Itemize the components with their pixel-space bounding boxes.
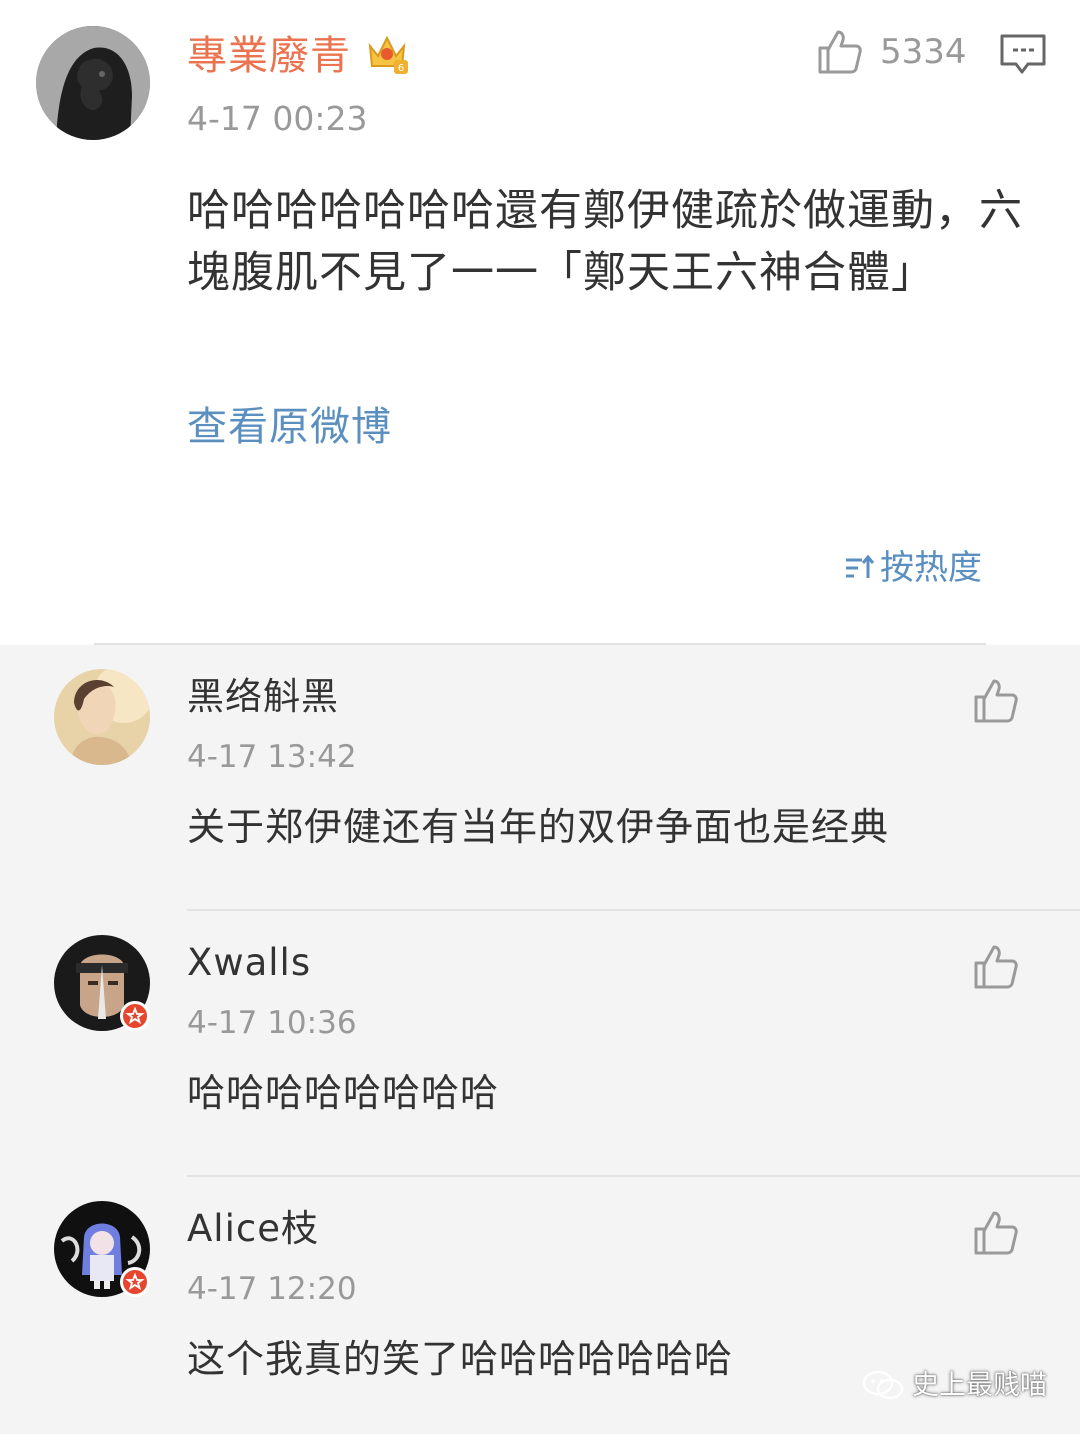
comment-time: 4-17 12:20 [187, 1271, 357, 1307]
main-post: 專業廢青 6 4-17 00:23 5334 哈哈哈哈哈哈哈還有鄭伊健疏於做運動… [0, 0, 1080, 645]
commenter-name[interactable]: 黑络斛黑 [187, 673, 339, 721]
crown-icon: 6 [368, 35, 408, 74]
comment-item: Xwalls 4-17 10:36 哈哈哈哈哈哈哈哈 [0, 911, 1080, 1177]
commenter-name[interactable]: Xwalls [187, 939, 311, 987]
sort-label: 按热度 [880, 548, 982, 588]
comment-item: 黑络斛黑 4-17 13:42 关于郑伊健还有当年的双伊争面也是经典 [0, 645, 1080, 911]
comment-text: 这个我真的笑了哈哈哈哈哈哈哈 [187, 1337, 734, 1381]
post-time: 4-17 00:23 [187, 99, 368, 138]
wechat-icon [862, 1370, 904, 1400]
sort-icon [846, 554, 874, 578]
watermark: 史上最贱喵 [862, 1366, 1047, 1406]
comment-time: 4-17 10:36 [187, 1005, 357, 1041]
commenter-avatar[interactable] [54, 669, 150, 765]
svg-text:6: 6 [398, 63, 404, 74]
author-avatar[interactable] [36, 26, 150, 140]
like-icon[interactable] [970, 675, 1020, 725]
like-icon[interactable] [814, 26, 864, 76]
comment-text: 哈哈哈哈哈哈哈哈 [187, 1071, 500, 1115]
verified-badge-icon [120, 1267, 150, 1297]
watermark-text: 史上最贱喵 [912, 1370, 1047, 1401]
comment-text: 关于郑伊健还有当年的双伊争面也是经典 [187, 805, 890, 849]
comment-icon[interactable] [998, 32, 1048, 76]
sort-by-hot-button[interactable]: 按热度 [844, 544, 982, 592]
like-icon[interactable] [970, 941, 1020, 991]
author-name[interactable]: 專業廢青 [187, 30, 351, 82]
like-count: 5334 [880, 32, 967, 72]
view-original-link[interactable]: 查看原微博 [187, 400, 392, 454]
like-icon[interactable] [970, 1207, 1020, 1257]
comment-time: 4-17 13:42 [187, 739, 357, 775]
post-text: 哈哈哈哈哈哈哈還有鄭伊健疏於做運動，六塊腹肌不見了一一「鄭天王六神合體」 [187, 186, 1023, 298]
comment-list: 黑络斛黑 4-17 13:42 关于郑伊健还有当年的双伊争面也是经典 Xwall… [0, 645, 1080, 1434]
commenter-name[interactable]: Alice枝 [187, 1205, 319, 1253]
verified-badge-icon [120, 1001, 150, 1031]
